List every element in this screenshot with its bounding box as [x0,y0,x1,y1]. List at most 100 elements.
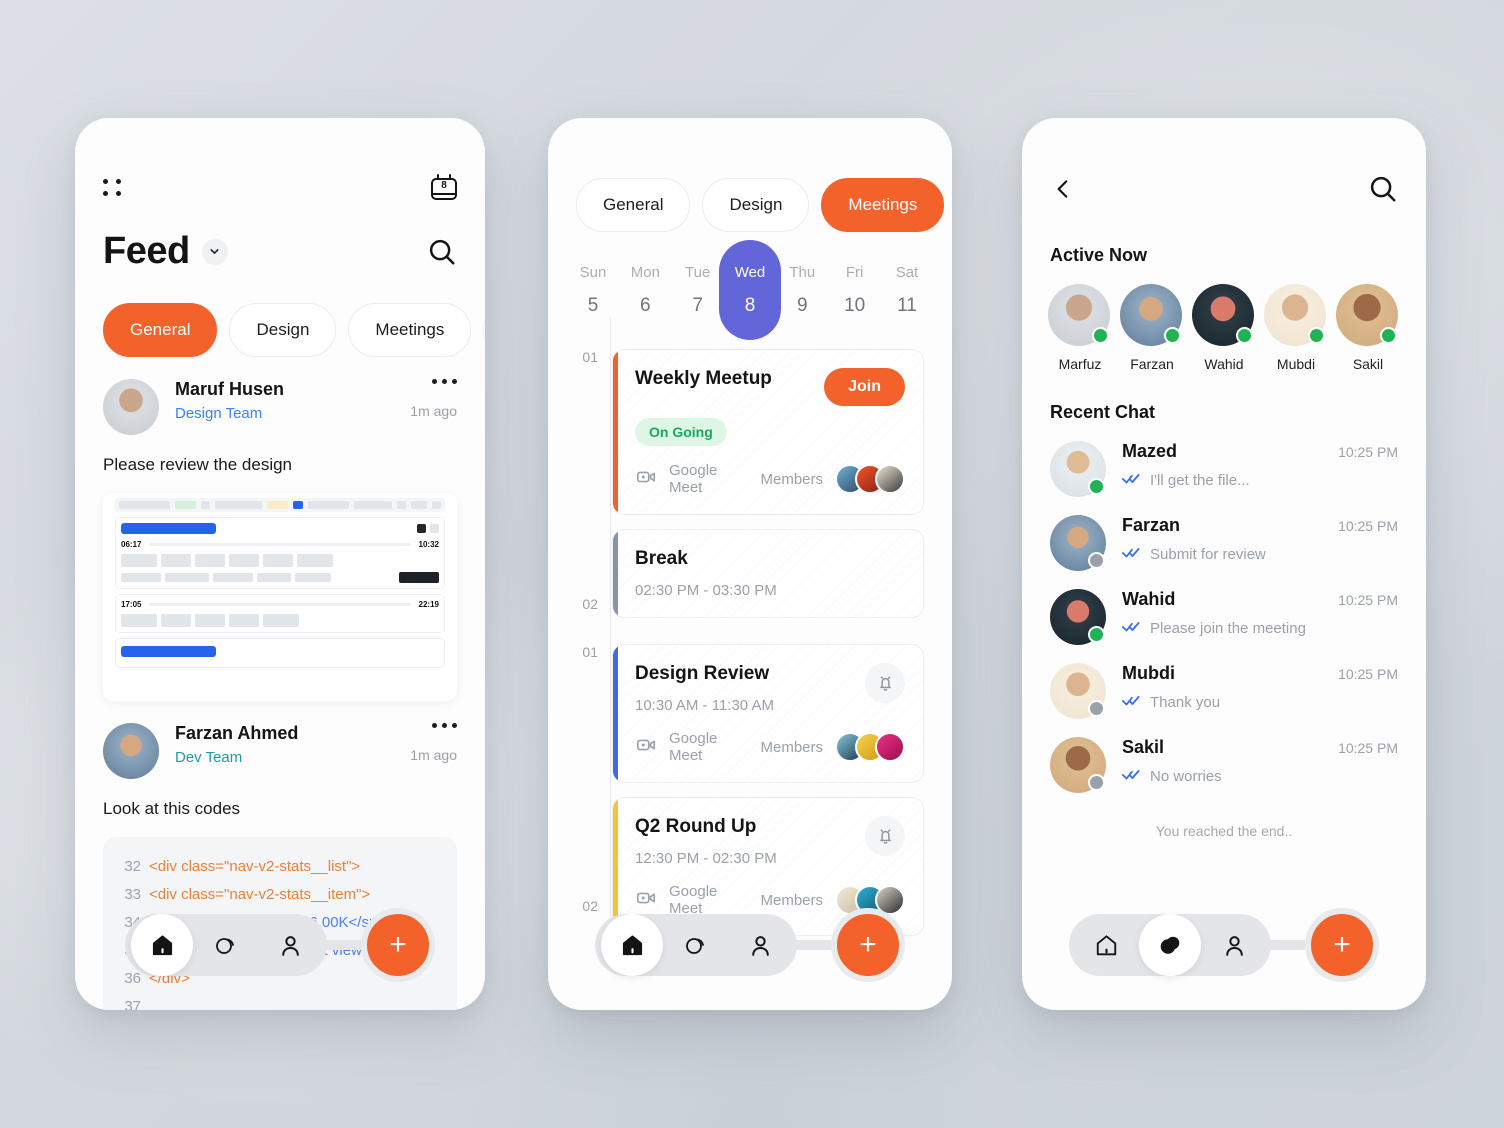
active-user[interactable]: Mubdi [1264,284,1328,372]
more-options-icon[interactable] [432,379,457,384]
chat-time: 10:25 PM [1338,444,1398,460]
tab-design[interactable]: Design [702,178,810,232]
chat-topbar [1022,118,1426,209]
nav-profile[interactable] [729,914,791,976]
bottom-navigation: + [1022,908,1426,982]
double-check-icon [1122,768,1140,785]
day-thu[interactable]: Thu 9 [781,264,823,317]
post-timestamp: 1m ago [410,403,457,419]
tab-meetings[interactable]: Meetings [821,178,945,232]
tab-general[interactable]: General [103,303,218,357]
calendar-day-label: 8 [441,180,447,191]
day-fri[interactable]: Fri 10 [834,264,876,317]
bell-icon[interactable] [865,816,905,856]
avatar[interactable] [1050,589,1106,645]
active-user-name: Marfuz [1058,356,1102,372]
avatar[interactable] [1050,515,1106,571]
member-avatars[interactable] [835,732,905,762]
feed-post: Maruf Husen Design Team 1m ago Please re… [75,357,485,701]
offline-dot [1088,552,1105,569]
chat-list-item[interactable]: Sakil 10:25 PM No worries [1022,719,1426,793]
feed-tabs: General Design Meetings Deve [75,273,485,357]
active-user[interactable]: Marfuz [1048,284,1112,372]
nav-chat[interactable] [665,914,727,976]
tab-meetings[interactable]: Meetings [348,303,472,357]
add-button[interactable]: + [361,908,435,982]
day-name: Fri [845,264,864,281]
online-dot [1308,327,1325,344]
chat-name: Mubdi [1122,663,1175,683]
search-icon[interactable] [1368,174,1398,209]
chat-list-item[interactable]: Mubdi 10:25 PM Thank you [1022,645,1426,719]
avatar[interactable] [1050,441,1106,497]
day-tue[interactable]: Tue 7 [677,264,719,317]
chat-name: Farzan [1122,515,1181,535]
bell-icon[interactable] [865,663,905,703]
meeting-time: 02:30 PM - 03:30 PM [635,582,777,599]
post-team-label[interactable]: Design Team [175,405,262,422]
online-dot [1164,327,1181,344]
grid-dots-icon[interactable] [103,178,122,196]
chat-preview: Thank you [1150,694,1221,711]
active-user[interactable]: Sakil [1336,284,1400,372]
calendar-icon[interactable]: 8 [431,174,457,200]
meeting-card[interactable]: Weekly Meetup Join On Going Google Meet … [612,349,924,515]
more-options-icon[interactable] [432,723,457,728]
code-line-text: <div class="nav-v2-stats__item"> [149,886,371,903]
chevron-down-icon[interactable] [201,238,228,265]
post-timestamp: 1m ago [410,747,457,763]
code-line-text: <div class="nav-v2-stats__list"> [149,858,361,875]
feed-title-row: Feed [75,200,485,273]
post-team-label[interactable]: Dev Team [175,749,242,766]
members-label: Members [760,891,823,909]
active-user-name: Mubdi [1276,356,1316,372]
avatar[interactable] [103,723,159,779]
post-attachment-image[interactable]: 06:17 10:32 17:05 22:19 [103,493,457,701]
online-dot [1088,478,1105,495]
post-text: Please review the design [103,455,293,474]
day-number: 6 [640,295,651,316]
nav-chat[interactable] [1139,914,1201,976]
day-sun[interactable]: Sun 5 [572,264,614,317]
post-author-name: Farzan Ahmed [175,723,299,743]
chat-list-item[interactable]: Wahid 10:25 PM Please join the meeting [1022,571,1426,645]
meeting-card[interactable]: Break 02:30 PM - 03:30 PM [612,529,924,618]
active-now-title: Active Now [1050,245,1148,265]
active-user[interactable]: Wahid [1192,284,1256,372]
nav-home[interactable] [131,914,193,976]
nav-chat[interactable] [195,914,257,976]
nav-home[interactable] [601,914,663,976]
avatar[interactable] [103,379,159,435]
chat-preview: Submit for review [1150,546,1266,563]
search-icon[interactable] [427,237,457,267]
avatar[interactable] [1050,737,1106,793]
online-dot [1236,327,1253,344]
phone-screen-feed: 8 Feed General Design Meetings Deve Maru… [75,118,485,1010]
nav-profile[interactable] [259,914,321,976]
code-line-number: 33 [124,886,141,903]
day-mon[interactable]: Mon 6 [624,264,666,317]
chat-list-item[interactable]: Mazed 10:25 PM I'll get the file... [1022,423,1426,497]
active-user[interactable]: Farzan [1120,284,1184,372]
chat-time: 10:25 PM [1338,592,1398,608]
add-button[interactable]: + [1305,908,1379,982]
meeting-card[interactable]: Design Review 10:30 AM - 11:30 AM Google… [612,644,924,783]
tab-design[interactable]: Design [229,303,337,357]
chat-time: 10:25 PM [1338,666,1398,682]
nav-home[interactable] [1075,914,1137,976]
tab-general[interactable]: General [576,178,691,232]
add-button[interactable]: + [831,908,905,982]
day-name: Mon [630,264,660,281]
nav-profile[interactable] [1203,914,1265,976]
day-wed-selected[interactable]: Wed 8 [729,264,771,317]
avatar[interactable] [1050,663,1106,719]
chat-list-item[interactable]: Farzan 10:25 PM Submit for review [1022,497,1426,571]
back-chevron-icon[interactable] [1050,176,1076,207]
chat-preview: No worries [1150,768,1222,785]
online-dot [1380,327,1397,344]
day-sat[interactable]: Sat 11 [886,264,928,317]
member-avatars[interactable] [835,464,905,494]
meetings-tabs: General Design Meetings Deve [548,118,952,232]
tab-development[interactable]: Deve [483,303,485,357]
join-button[interactable]: Join [824,368,905,406]
